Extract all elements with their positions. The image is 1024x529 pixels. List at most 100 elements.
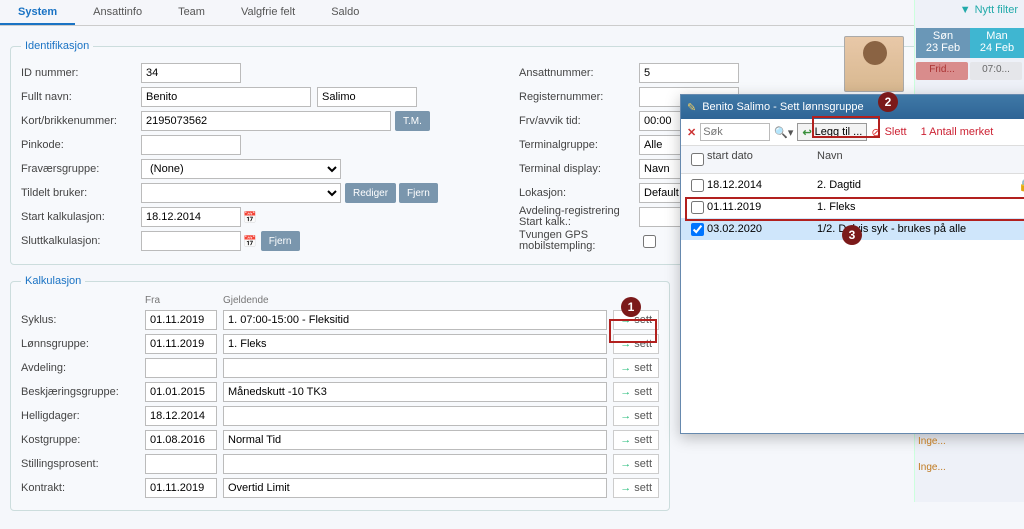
tab-system[interactable]: System: [0, 0, 75, 25]
label-pin: Pinkode:: [21, 139, 141, 151]
row-checkbox[interactable]: [691, 223, 704, 236]
new-filter-button[interactable]: ▼Nytt filter: [960, 4, 1018, 16]
label-navn: Fullt navn:: [21, 91, 141, 103]
kalk-header-fra: Fra: [145, 295, 217, 306]
callout-1: 1: [621, 297, 641, 317]
shift-chip-time[interactable]: 07:0...: [970, 62, 1022, 80]
search-icon[interactable]: 🔍▾: [774, 126, 793, 139]
kalk-label-syklus: Syklus:: [21, 314, 139, 326]
sett-button-kontrakt[interactable]: sett: [613, 478, 659, 498]
edit-icon: ✎: [687, 101, 696, 114]
gps-checkbox[interactable]: [643, 235, 656, 248]
row-checkbox[interactable]: [691, 179, 704, 192]
row-navn: 2. Dagtid: [817, 179, 1018, 191]
kalk-label-kontrakt: Kontrakt:: [21, 482, 139, 494]
kalk-fra-syklus[interactable]: [145, 310, 217, 330]
pin-input[interactable]: [141, 135, 241, 155]
kalk-gjeld-beskjaering[interactable]: [223, 382, 607, 402]
kalk-fra-beskjaering[interactable]: [145, 382, 217, 402]
kalk-gjeld-stillingsprosent[interactable]: [223, 454, 607, 474]
slett-link[interactable]: Slett: [885, 126, 907, 138]
label-tvgps: Tvungen GPS mobilstempling:: [519, 230, 639, 252]
tab-ansattinfo[interactable]: Ansattinfo: [75, 0, 160, 25]
tab-team[interactable]: Team: [160, 0, 223, 25]
inge-chip[interactable]: Inge...: [918, 462, 952, 478]
modal-title: Benito Salimo - Sett lønnsgruppe: [702, 101, 863, 113]
kalkulasjon-group: Kalkulasjon Fra Gjeldende Syklus: sett Lø…: [10, 275, 670, 511]
shift-chip-frid[interactable]: Frid...: [916, 62, 968, 80]
kalk-label-helligdager: Helligdager:: [21, 410, 139, 422]
row-date: 03.02.2020: [707, 223, 817, 235]
kalk-fra-stillingsprosent[interactable]: [145, 454, 217, 474]
tildelt-select[interactable]: [141, 183, 341, 203]
row-date: 18.12.2014: [707, 179, 817, 191]
cardnumber-input[interactable]: [141, 111, 391, 131]
sett-button-helligdager[interactable]: sett: [613, 406, 659, 426]
main-tabs: System Ansattinfo Team Valgfrie felt Sal…: [0, 0, 1024, 26]
kalk-label-beskjaering: Beskjæringsgruppe:: [21, 386, 139, 398]
label-sluttk: Sluttkalkulasjon:: [21, 235, 141, 247]
label-frv: Frv/avvik tid:: [519, 115, 639, 127]
calendar-icon[interactable]: [241, 211, 257, 224]
kalk-fra-avdeling[interactable]: [145, 358, 217, 378]
rediger-button[interactable]: Rediger: [345, 183, 396, 203]
lock-icon: 🔒: [1018, 178, 1024, 192]
label-frav: Fraværsgruppe:: [21, 163, 141, 175]
kalkulasjon-legend: Kalkulasjon: [21, 275, 85, 287]
label-startk: Start kalkulasjon:: [21, 211, 141, 223]
kalk-gjeld-kontrakt[interactable]: [223, 478, 607, 498]
ansattnr-input[interactable]: [639, 63, 739, 83]
startkalk-input[interactable]: [141, 207, 241, 227]
tab-saldo[interactable]: Saldo: [313, 0, 377, 25]
sett-lonnsgruppe-modal: ✎ Benito Salimo - Sett lønnsgruppe ✕ 🔍▾ …: [680, 94, 1024, 434]
id-input[interactable]: [141, 63, 241, 83]
label-kort: Kort/brikkenummer:: [21, 115, 141, 127]
fravaersgruppe-select[interactable]: (None): [141, 159, 341, 179]
sett-button-beskjaering[interactable]: sett: [613, 382, 659, 402]
kalk-label-lonnsgruppe: Lønnsgruppe:: [21, 338, 139, 350]
th-navn[interactable]: Navn: [817, 150, 1024, 169]
sett-button-stillingsprosent[interactable]: sett: [613, 454, 659, 474]
label-term: Terminalgruppe:: [519, 139, 639, 151]
inge-chip-2[interactable]: Inge...: [918, 436, 952, 452]
employee-photo: [844, 36, 904, 92]
kalk-label-avdeling: Avdeling:: [21, 362, 139, 374]
modal-table-header: start dato Navn: [681, 146, 1024, 174]
fjern-slutt-button[interactable]: Fjern: [261, 231, 300, 251]
calendar-icon-2[interactable]: [241, 235, 257, 248]
sett-button-kostgruppe[interactable]: sett: [613, 430, 659, 450]
th-startdato[interactable]: start dato: [707, 150, 817, 169]
antall-merket: 1 Antall merket: [921, 126, 994, 138]
kalk-label-kostgruppe: Kostgruppe:: [21, 434, 139, 446]
sett-button-avdeling[interactable]: sett: [613, 358, 659, 378]
lastname-input[interactable]: [317, 87, 417, 107]
select-all-checkbox[interactable]: [691, 153, 704, 166]
kalk-gjeld-avdeling[interactable]: [223, 358, 607, 378]
kalk-gjeld-kostgruppe[interactable]: [223, 430, 607, 450]
kalk-header-gjeld: Gjeldende: [223, 295, 609, 306]
kalk-fra-kontrakt[interactable]: [145, 478, 217, 498]
kalk-fra-kostgruppe[interactable]: [145, 430, 217, 450]
calendar-header-sun: Søn23 Feb: [916, 28, 970, 58]
kalk-gjeld-helligdager[interactable]: [223, 406, 607, 426]
kalk-fra-lonnsgruppe[interactable]: [145, 334, 217, 354]
sluttkalk-input[interactable]: [141, 231, 241, 251]
kalk-fra-helligdager[interactable]: [145, 406, 217, 426]
label-reg: Registernummer:: [519, 91, 639, 103]
firstname-input[interactable]: [141, 87, 311, 107]
label-avdreg: Avdeling-registrering Start kalk.:: [519, 206, 639, 228]
modal-search-input[interactable]: [700, 123, 770, 141]
label-id: ID nummer:: [21, 67, 141, 79]
label-termd: Terminal display:: [519, 163, 639, 175]
kalk-gjeld-syklus[interactable]: [223, 310, 607, 330]
kalk-label-stillingsprosent: Stillingsprosent:: [21, 458, 139, 470]
fjern-user-button[interactable]: Fjern: [399, 183, 438, 203]
funnel-icon: ▼: [960, 4, 971, 16]
kalk-gjeld-lonnsgruppe[interactable]: [223, 334, 607, 354]
modal-row[interactable]: 18.12.2014 2. Dagtid 🔒: [681, 174, 1024, 196]
tab-valgfrie[interactable]: Valgfrie felt: [223, 0, 313, 25]
label-ansatt: Ansattnummer:: [519, 67, 639, 79]
tm-button[interactable]: T.M.: [395, 111, 430, 131]
label-tildelt: Tildelt bruker:: [21, 187, 141, 199]
clear-search-icon[interactable]: ✕: [687, 126, 696, 139]
